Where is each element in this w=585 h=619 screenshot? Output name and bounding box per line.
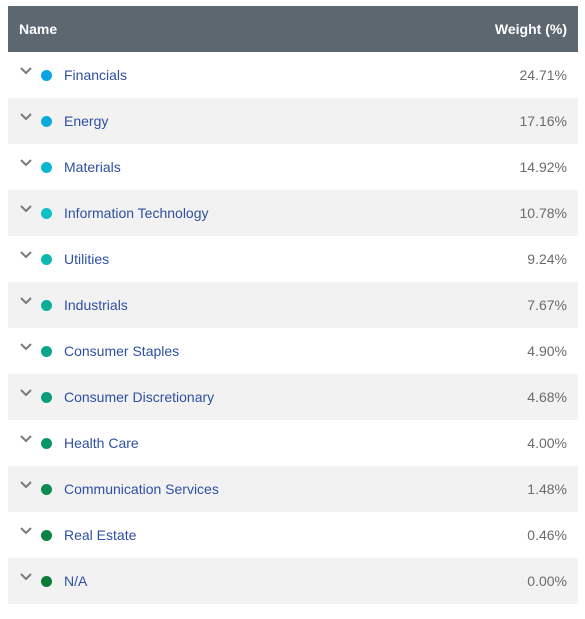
chevron-down-icon[interactable] bbox=[19, 524, 33, 538]
chevron-down-icon[interactable] bbox=[19, 478, 33, 492]
sector-color-dot-icon bbox=[41, 299, 52, 311]
table-row[interactable]: Communication Services 1.48% bbox=[8, 466, 578, 512]
sector-weight: 0.00% bbox=[527, 573, 567, 589]
table-row[interactable]: Consumer Discretionary 4.68% bbox=[8, 374, 578, 420]
chevron-down-icon[interactable] bbox=[19, 386, 33, 400]
sector-color-dot-icon bbox=[41, 345, 52, 357]
chevron-down-icon[interactable] bbox=[19, 570, 33, 584]
sector-weight: 9.24% bbox=[527, 251, 567, 267]
sector-name[interactable]: Consumer Discretionary bbox=[64, 389, 527, 405]
sector-weight: 24.71% bbox=[519, 67, 567, 83]
sector-color-dot-icon bbox=[41, 69, 52, 81]
column-header-weight[interactable]: Weight (%) bbox=[495, 21, 567, 37]
table-row[interactable]: Health Care 4.00% bbox=[8, 420, 578, 466]
table-row[interactable]: Real Estate 0.46% bbox=[8, 512, 578, 558]
table-row[interactable]: Energy 17.16% bbox=[8, 98, 578, 144]
table-body: Financials 24.71% Energy 17.16% Material… bbox=[8, 52, 578, 604]
chevron-down-icon[interactable] bbox=[19, 110, 33, 124]
sector-weights-table: Name Weight (%) Financials 24.71% Energy… bbox=[8, 6, 578, 604]
chevron-down-icon[interactable] bbox=[19, 294, 33, 308]
sector-weight: 17.16% bbox=[519, 113, 567, 129]
sector-name[interactable]: Financials bbox=[64, 67, 520, 83]
sector-name[interactable]: Consumer Staples bbox=[64, 343, 527, 359]
table-row[interactable]: Utilities 9.24% bbox=[8, 236, 578, 282]
sector-weight: 4.00% bbox=[527, 435, 567, 451]
chevron-down-icon[interactable] bbox=[19, 340, 33, 354]
chevron-down-icon[interactable] bbox=[19, 248, 33, 262]
sector-color-dot-icon bbox=[41, 207, 52, 219]
sector-color-dot-icon bbox=[41, 575, 52, 587]
table-row[interactable]: N/A 0.00% bbox=[8, 558, 578, 604]
table-header: Name Weight (%) bbox=[8, 6, 578, 52]
sector-weight: 4.90% bbox=[527, 343, 567, 359]
sector-name[interactable]: Health Care bbox=[64, 435, 527, 451]
table-row[interactable]: Financials 24.71% bbox=[8, 52, 578, 98]
sector-name[interactable]: Utilities bbox=[64, 251, 527, 267]
table-row[interactable]: Materials 14.92% bbox=[8, 144, 578, 190]
sector-weight: 4.68% bbox=[527, 389, 567, 405]
table-row[interactable]: Industrials 7.67% bbox=[8, 282, 578, 328]
table-row[interactable]: Consumer Staples 4.90% bbox=[8, 328, 578, 374]
sector-name[interactable]: Information Technology bbox=[64, 205, 520, 221]
sector-color-dot-icon bbox=[41, 483, 52, 495]
chevron-down-icon[interactable] bbox=[19, 202, 33, 216]
sector-name[interactable]: Real Estate bbox=[64, 527, 527, 543]
table-row[interactable]: Information Technology 10.78% bbox=[8, 190, 578, 236]
sector-color-dot-icon bbox=[41, 529, 52, 541]
sector-name[interactable]: Industrials bbox=[64, 297, 527, 313]
sector-weight: 1.48% bbox=[527, 481, 567, 497]
chevron-down-icon[interactable] bbox=[19, 64, 33, 78]
chevron-down-icon[interactable] bbox=[19, 156, 33, 170]
sector-name[interactable]: Energy bbox=[64, 113, 520, 129]
sector-color-dot-icon bbox=[41, 391, 52, 403]
chevron-down-icon[interactable] bbox=[19, 432, 33, 446]
sector-color-dot-icon bbox=[41, 437, 52, 449]
sector-weight: 14.92% bbox=[519, 159, 567, 175]
sector-color-dot-icon bbox=[41, 115, 52, 127]
sector-weight: 0.46% bbox=[527, 527, 567, 543]
sector-weight: 10.78% bbox=[519, 205, 567, 221]
sector-weight: 7.67% bbox=[527, 297, 567, 313]
sector-color-dot-icon bbox=[41, 161, 52, 173]
sector-name[interactable]: Communication Services bbox=[64, 481, 527, 497]
sector-name[interactable]: Materials bbox=[64, 159, 520, 175]
sector-name[interactable]: N/A bbox=[64, 573, 527, 589]
sector-color-dot-icon bbox=[41, 253, 52, 265]
column-header-name[interactable]: Name bbox=[19, 21, 57, 37]
